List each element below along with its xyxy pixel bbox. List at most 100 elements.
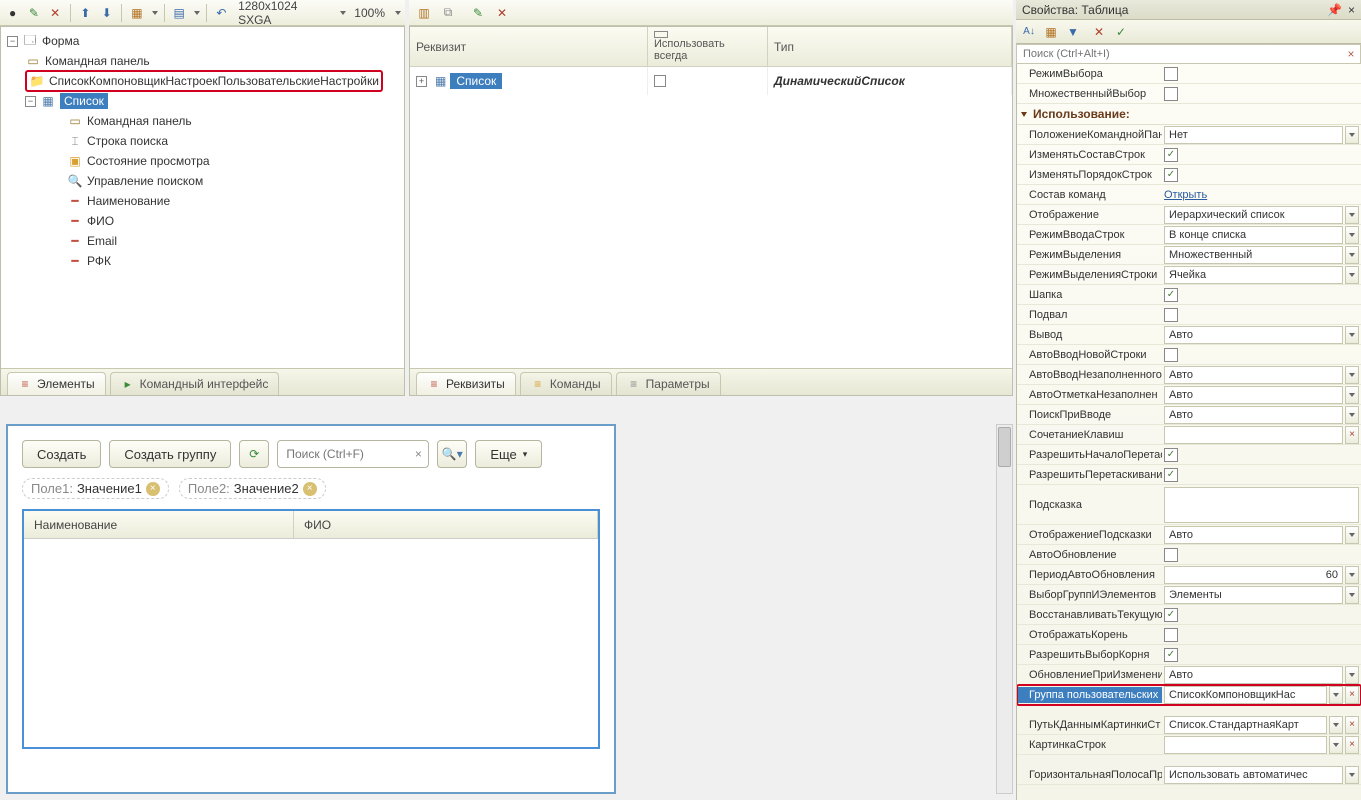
tree-item-cmdpanel[interactable]: ▭ Командная панель [1,51,404,71]
tab-elements[interactable]: ≡Элементы [7,372,106,395]
clear-icon[interactable]: × [408,447,428,461]
tree-item-settings-group[interactable]: 📁 СписокКомпоновщикНастроекПользовательс… [1,71,404,91]
tree-item[interactable]: ━Email [1,231,404,251]
prop-value[interactable]: 60 [1164,566,1343,584]
dropdown-icon[interactable] [1345,366,1359,384]
prop-value[interactable]: Использовать автоматичес [1164,766,1343,784]
dropdown-icon[interactable] [1345,386,1359,404]
down-icon[interactable]: ⬇ [98,4,115,22]
checkbox[interactable]: ✓ [1164,288,1178,302]
checkbox[interactable] [1164,628,1178,642]
prop-value[interactable]: Множественный [1164,246,1343,264]
resolution-select[interactable]: 1280x1024 SXGA [234,0,334,27]
prop-value[interactable] [1164,426,1343,444]
checkbox[interactable]: ✓ [1164,168,1178,182]
create-button[interactable]: Создать [22,440,101,468]
use-always-checkbox[interactable] [654,75,666,87]
dropdown-icon[interactable] [1345,246,1359,264]
filter-icon[interactable]: ▼ [1064,23,1082,41]
prop-value[interactable]: Авто [1164,366,1343,384]
search-input[interactable] [278,447,408,461]
properties-list[interactable]: РежимВыбора МножественныйВыбор Использов… [1016,64,1361,800]
tree-item[interactable]: ━ФИО [1,211,404,231]
grid-row[interactable]: + ▦ Список ДинамическийСписок [410,67,1012,95]
dropdown-icon[interactable] [1329,736,1343,754]
add-column-icon[interactable]: ▥ [415,4,433,22]
edit-icon[interactable]: ✎ [25,4,42,22]
tree-item[interactable]: ▭Командная панель [1,111,404,131]
elements-tree[interactable]: − 🗔 Форма ▭ Командная панель 📁 СписокКом… [1,27,404,367]
tab-params[interactable]: ≡Параметры [616,372,721,395]
collapse-icon[interactable]: − [25,96,36,107]
checkbox[interactable]: ✓ [1164,608,1178,622]
search-button[interactable]: 🔍▾ [437,440,467,468]
properties-search-input[interactable] [1017,48,1342,60]
prop-value[interactable]: Авто [1164,666,1343,684]
prop-value[interactable]: Нет [1164,126,1343,144]
prop-value[interactable]: Ячейка [1164,266,1343,284]
grid-icon[interactable]: ▦ [128,4,145,22]
pin-icon[interactable]: 📌 [1327,3,1342,17]
col-fio[interactable]: ФИО [294,511,598,538]
prop-value[interactable]: Авто [1164,386,1343,404]
clear-icon[interactable]: ✕ [1090,23,1108,41]
tab-requisites[interactable]: ≡Реквизиты [416,372,516,395]
dropdown-icon[interactable] [1329,686,1343,704]
checkbox[interactable]: ✓ [1164,648,1178,662]
dropdown-icon[interactable] [1345,226,1359,244]
dropdown-icon[interactable] [1345,766,1359,784]
tree-item[interactable]: 🔍Управление поиском [1,171,404,191]
col-type[interactable]: Тип [768,27,1012,66]
create-group-button[interactable]: Создать группу [109,440,231,468]
delete-icon[interactable]: ✕ [493,4,511,22]
dropdown-icon[interactable] [1345,666,1359,684]
tree-item[interactable]: ⌶Строка поиска [1,131,404,151]
zoom-select[interactable]: 100% [350,6,389,20]
clear-search-icon[interactable]: × [1342,47,1360,61]
dropdown-icon[interactable] [1345,406,1359,424]
prop-value[interactable]: Авто [1164,326,1343,344]
tree-item-spisok[interactable]: − ▦ Список [1,91,404,111]
checkbox[interactable]: ✓ [1164,448,1178,462]
remove-filter-icon[interactable]: × [146,482,160,496]
prop-value[interactable]: Авто [1164,406,1343,424]
more-button[interactable]: Еще▾ [475,440,542,468]
prop-value[interactable]: Иерархический список [1164,206,1343,224]
tree-item[interactable]: ▣Состояние просмотра [1,151,404,171]
checkbox[interactable]: ✓ [1164,148,1178,162]
layout-icon[interactable]: ▤ [171,4,188,22]
dropdown-icon[interactable] [1329,716,1343,734]
checkbox[interactable]: ✓ [1164,468,1178,482]
sort-az-icon[interactable]: A↓ [1020,23,1038,41]
undo-icon[interactable]: ↶ [213,4,230,22]
prop-value[interactable]: Список.СтандартнаяКарт [1164,716,1327,734]
dropdown-icon[interactable] [1345,586,1359,604]
clear-value-icon[interactable]: × [1345,686,1359,704]
check-icon[interactable]: ✓ [1112,23,1130,41]
categorize-icon[interactable]: ▦ [1042,23,1060,41]
preview-scrollbar[interactable] [996,424,1013,794]
edit-icon[interactable]: ✎ [469,4,487,22]
checkbox[interactable] [1164,67,1178,81]
search-field[interactable]: × [277,440,429,468]
checkbox[interactable] [1164,348,1178,362]
prop-value[interactable]: СписокКомпоновщикНас [1164,686,1327,704]
dropdown-icon[interactable] [1345,126,1359,144]
expand-icon[interactable]: + [416,76,427,87]
clear-value-icon[interactable]: × [1345,716,1359,734]
remove-filter-icon[interactable]: × [303,482,317,496]
preview-table[interactable]: Наименование ФИО [22,509,600,749]
tab-commands[interactable]: ≡Команды [520,372,612,395]
clear-value-icon[interactable]: × [1345,426,1359,444]
clear-value-icon[interactable]: × [1345,736,1359,754]
spinner-icon[interactable] [1345,566,1359,584]
properties-search[interactable]: × [1016,44,1361,64]
dropdown-icon[interactable] [1345,266,1359,284]
close-icon[interactable]: × [1348,3,1355,17]
checkbox[interactable] [1164,308,1178,322]
copy-icon[interactable]: ⧉ [439,4,457,22]
prop-link[interactable]: Открыть [1164,189,1207,201]
col-use-always[interactable]: Использовать всегда [648,27,768,66]
col-name[interactable]: Наименование [24,511,294,538]
delete-icon[interactable]: ✕ [47,4,64,22]
